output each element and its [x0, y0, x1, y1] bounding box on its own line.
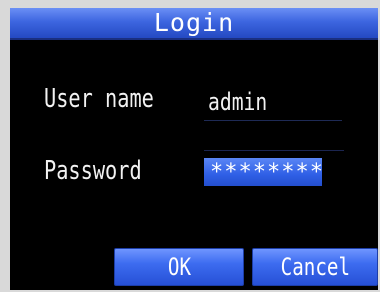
- username-label: User name: [44, 84, 154, 114]
- dialog-title: Login: [153, 8, 235, 37]
- password-label: Password: [44, 156, 142, 186]
- ok-button-label: OK: [167, 253, 191, 281]
- cancel-button[interactable]: Cancel: [252, 248, 378, 286]
- password-value: ********: [210, 160, 324, 185]
- password-field[interactable]: ********: [204, 156, 324, 190]
- username-value: admin: [208, 88, 268, 116]
- title-bar: Login: [10, 8, 378, 40]
- field-divider: [204, 150, 344, 151]
- password-highlight: ********: [204, 158, 324, 186]
- username-field[interactable]: admin: [204, 86, 342, 121]
- ok-button[interactable]: OK: [114, 248, 244, 286]
- cancel-button-label: Cancel: [280, 253, 350, 281]
- login-dialog: Login User name admin Password ******** …: [10, 8, 378, 290]
